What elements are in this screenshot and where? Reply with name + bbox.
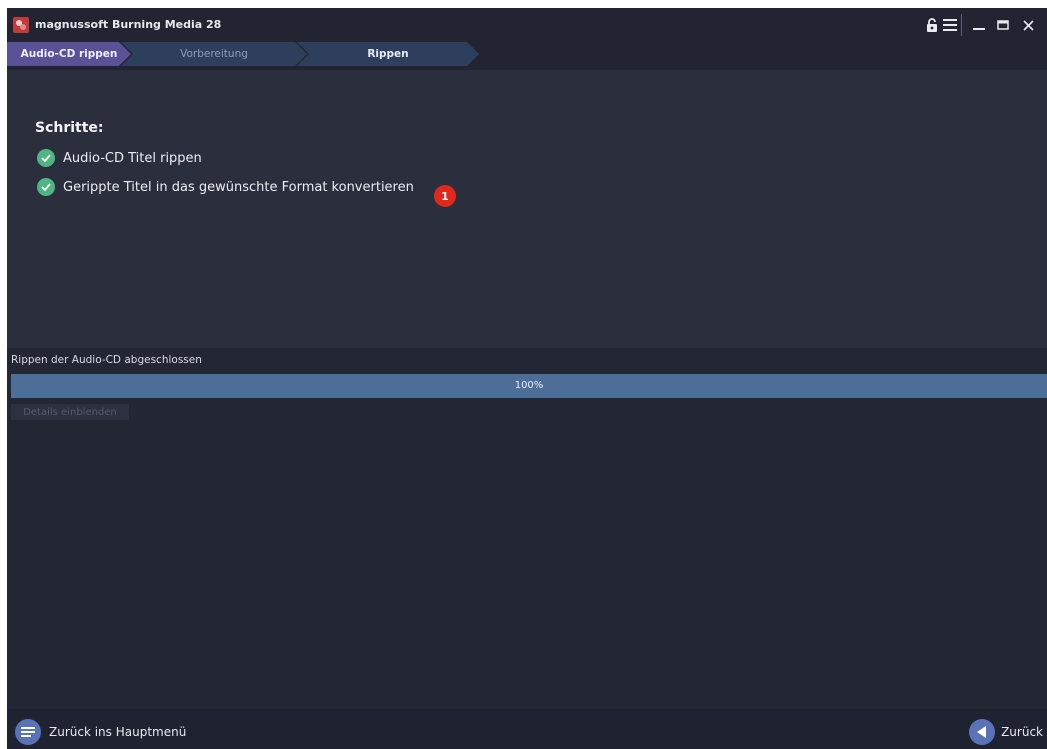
- task-item: Audio-CD Titel rippen: [37, 148, 202, 168]
- app-logo-icon: [13, 17, 29, 33]
- minimize-icon: [973, 28, 985, 30]
- steps-heading: Schritte:: [35, 120, 104, 136]
- progress-status-text: Rippen der Audio-CD abgeschlossen: [11, 354, 202, 366]
- check-circle-icon: [37, 149, 55, 167]
- step-rippen[interactable]: Rippen: [297, 42, 479, 66]
- step-label: Rippen: [367, 48, 409, 60]
- progress-bar: 100%: [11, 374, 1047, 398]
- menu-button[interactable]: [939, 14, 961, 36]
- titlebar-separator: [961, 14, 962, 36]
- menu-icon: [943, 19, 957, 31]
- breadcrumb: Audio-CD rippen Vorbereitung Rippen: [7, 42, 1047, 70]
- progress-percent: 100%: [514, 380, 544, 391]
- lock-icon: [927, 18, 937, 32]
- menu-list-icon: [15, 719, 41, 745]
- close-icon: [1022, 19, 1034, 31]
- app-window: magnussoft Burning Media 28 Audio-CD rip…: [7, 8, 1047, 749]
- close-button[interactable]: [1017, 14, 1039, 36]
- back-label: Zurück: [1001, 725, 1043, 739]
- task-label: Audio-CD Titel rippen: [63, 150, 202, 166]
- step-label: Audio-CD rippen: [20, 48, 118, 60]
- steps-panel: [7, 70, 1047, 348]
- back-arrow-icon: [969, 719, 996, 745]
- step-label: Vorbereitung: [180, 48, 248, 60]
- step-vorbereitung[interactable]: Vorbereitung: [121, 42, 307, 66]
- back-button[interactable]: Zurück: [969, 719, 1043, 745]
- bottom-bar: Zurück ins Hauptmenü Zurück: [7, 709, 1047, 749]
- maximize-icon: [997, 20, 1009, 30]
- task-item: Gerippte Titel in das gewünschte Format …: [37, 177, 414, 197]
- show-details-button[interactable]: Details einblenden: [11, 404, 129, 420]
- step-audio-cd-rippen[interactable]: Audio-CD rippen: [7, 42, 131, 66]
- main-menu-button[interactable]: Zurück ins Hauptmenü: [15, 719, 186, 745]
- maximize-button[interactable]: [992, 14, 1014, 36]
- title-bar: magnussoft Burning Media 28: [7, 8, 1047, 42]
- window-title: magnussoft Burning Media 28: [35, 18, 222, 31]
- task-label: Gerippte Titel in das gewünschte Format …: [63, 179, 414, 195]
- main-menu-label: Zurück ins Hauptmenü: [49, 725, 187, 739]
- annotation-badge: 1: [434, 185, 456, 207]
- minimize-button[interactable]: [968, 14, 990, 36]
- check-circle-icon: [37, 178, 55, 196]
